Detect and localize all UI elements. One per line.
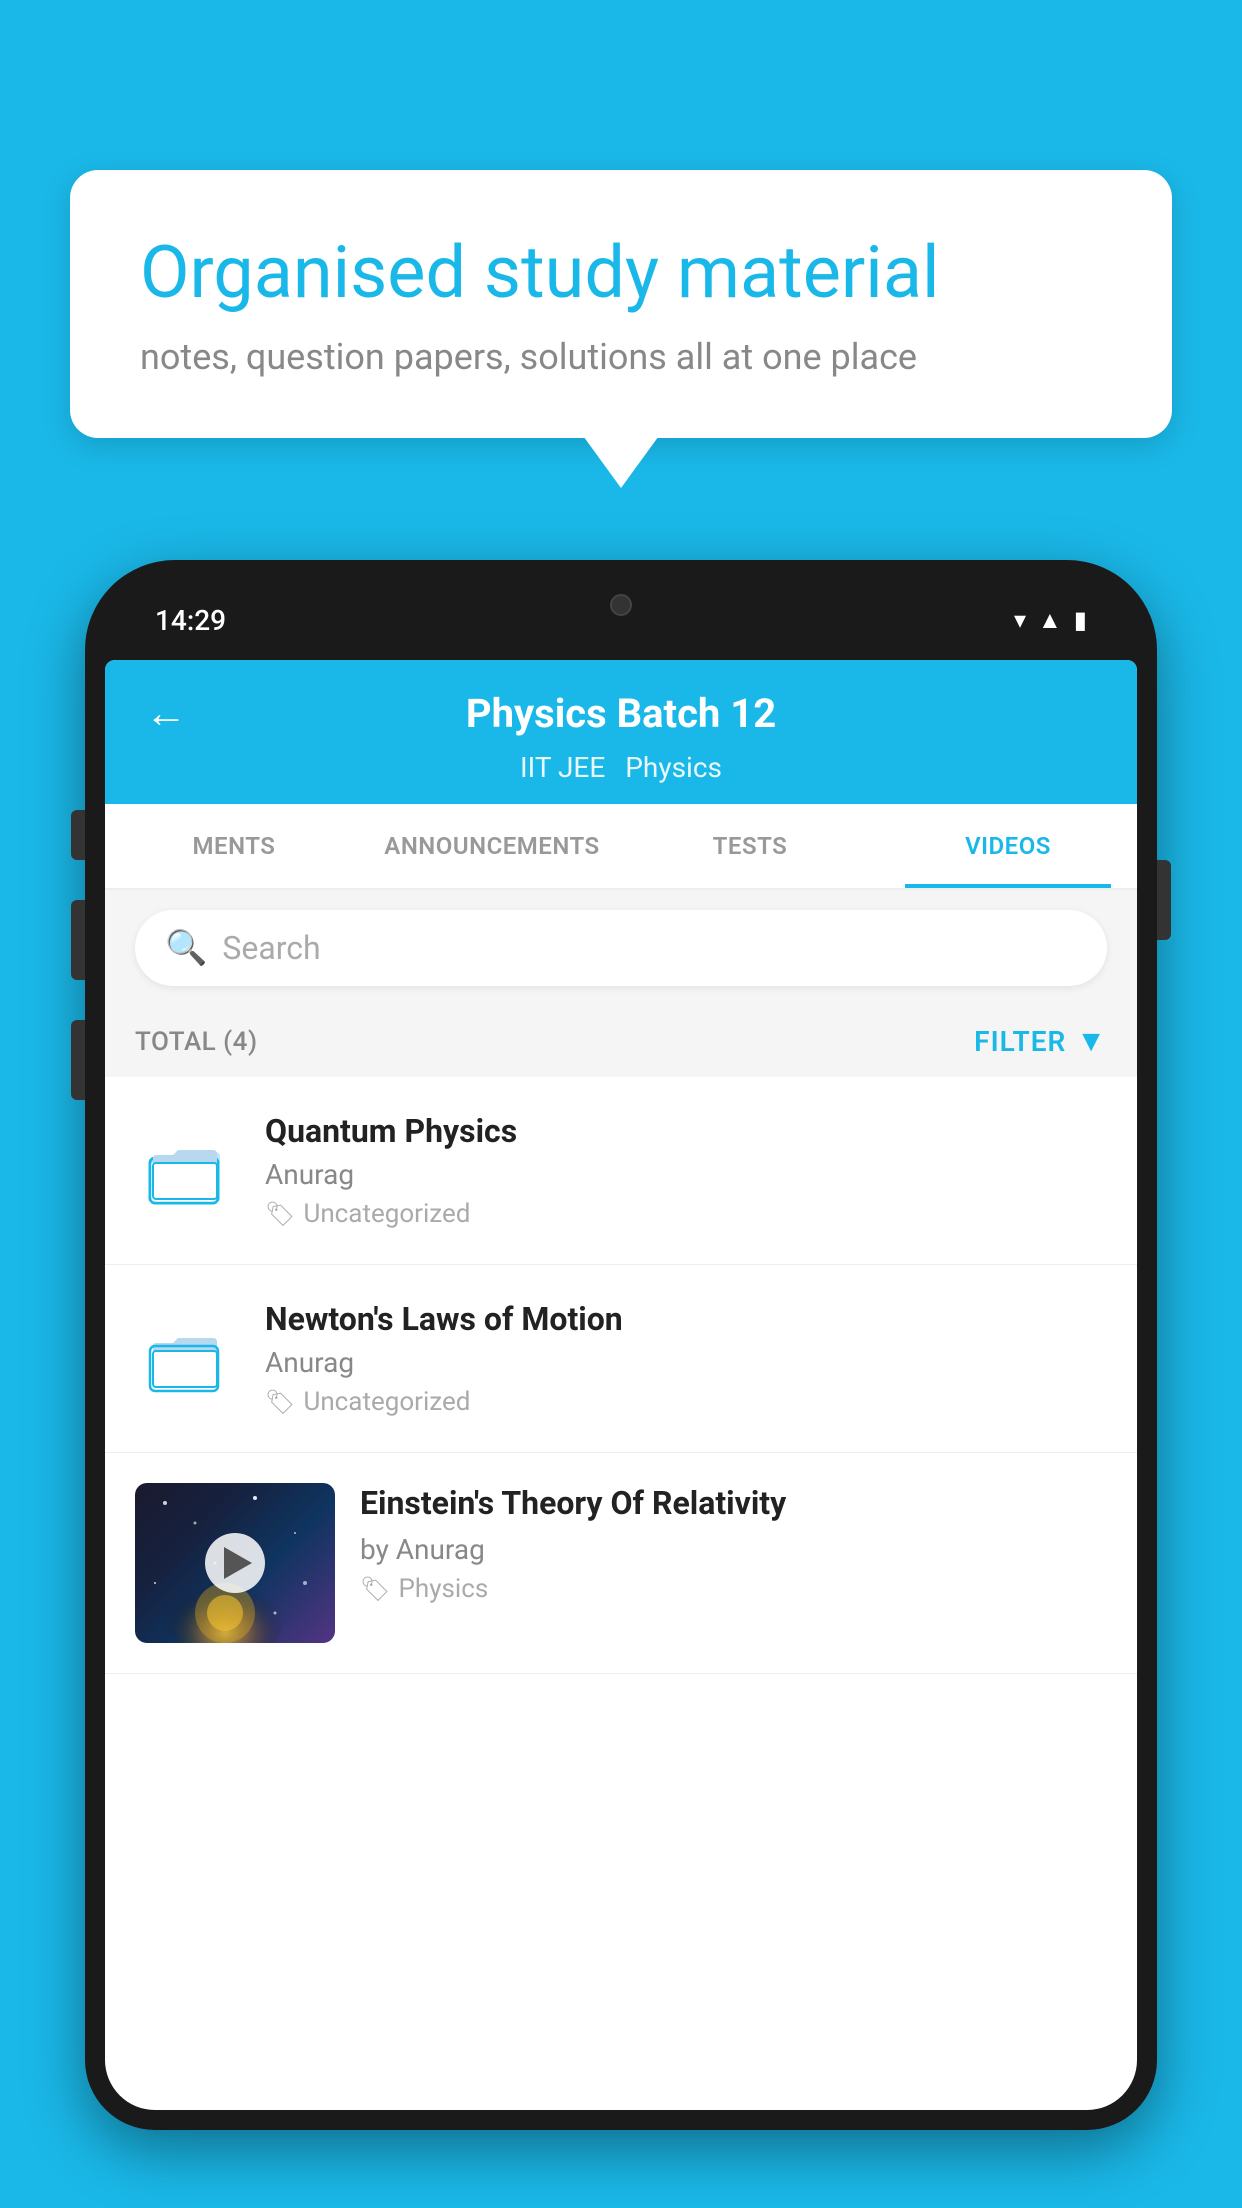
list-item[interactable]: Einstein's Theory Of Relativity by Anura… — [105, 1453, 1137, 1674]
filter-row: TOTAL (4) FILTER ▼ — [105, 1006, 1137, 1077]
filter-icon: ▼ — [1076, 1024, 1107, 1059]
tag-iit-jee: IIT JEE — [520, 751, 605, 784]
item-author: by Anurag — [360, 1533, 1107, 1566]
item-tag: 🏷 Uncategorized — [265, 1387, 1107, 1417]
header-tags: IIT JEE Physics — [145, 751, 1097, 804]
bubble-title: Organised study material — [140, 230, 1102, 316]
signal-icon: ▲ — [1038, 606, 1062, 635]
video-thumbnail — [135, 1483, 335, 1643]
speech-bubble: Organised study material notes, question… — [70, 170, 1172, 438]
item-tag: 🏷 Physics — [360, 1574, 1107, 1604]
list-item[interactable]: Quantum Physics Anurag 🏷 Uncategorized — [105, 1077, 1137, 1265]
status-icons: ▾ ▲ ▮ — [1014, 606, 1087, 635]
camera — [610, 594, 632, 616]
filter-label: FILTER — [974, 1025, 1066, 1058]
item-tag: 🏷 Uncategorized — [265, 1199, 1107, 1229]
item-title: Quantum Physics — [265, 1112, 1107, 1150]
power-button — [1157, 860, 1171, 940]
header-top: ← Physics Batch 12 — [145, 690, 1097, 751]
list-item[interactable]: Newton's Laws of Motion Anurag 🏷 Uncateg… — [105, 1265, 1137, 1453]
tag-physics: Physics — [625, 751, 722, 784]
volume-up-button — [71, 900, 85, 980]
folder-icon — [145, 1324, 225, 1394]
battery-icon: ▮ — [1074, 606, 1087, 634]
item-author: Anurag — [265, 1158, 1107, 1191]
status-bar: 14:29 ▾ ▲ ▮ — [105, 580, 1137, 660]
search-placeholder: Search — [222, 929, 320, 967]
play-icon — [224, 1547, 252, 1579]
item-author: Anurag — [265, 1346, 1107, 1379]
volume-silent-button — [71, 810, 85, 860]
screen-title: Physics Batch 12 — [466, 690, 776, 737]
filter-button[interactable]: FILTER ▼ — [974, 1024, 1107, 1059]
item-thumbnail — [135, 1324, 235, 1394]
total-count: TOTAL (4) — [135, 1027, 258, 1057]
search-box[interactable]: 🔍 Search — [135, 910, 1107, 986]
item-title: Newton's Laws of Motion — [265, 1300, 1107, 1338]
tag-icon: 🏷 — [265, 1388, 295, 1416]
volume-down-button — [71, 1020, 85, 1100]
tab-tests[interactable]: TESTS — [621, 804, 879, 888]
item-title: Einstein's Theory Of Relativity — [360, 1483, 1107, 1525]
bubble-subtitle: notes, question papers, solutions all at… — [140, 336, 1102, 378]
phone-shell: 14:29 ▾ ▲ ▮ ← Physics Batch 12 IIT JEE P… — [85, 560, 1157, 2130]
tab-videos[interactable]: VIDEOS — [879, 804, 1137, 888]
item-info: Newton's Laws of Motion Anurag 🏷 Uncateg… — [265, 1300, 1107, 1417]
play-button[interactable] — [205, 1533, 265, 1593]
item-info: Einstein's Theory Of Relativity by Anura… — [360, 1483, 1107, 1604]
item-thumbnail — [135, 1136, 235, 1206]
tabs-bar: MENTS ANNOUNCEMENTS TESTS VIDEOS — [105, 804, 1137, 890]
search-icon: 🔍 — [165, 928, 207, 968]
phone-wrapper: 14:29 ▾ ▲ ▮ ← Physics Batch 12 IIT JEE P… — [85, 560, 1157, 2208]
back-button[interactable]: ← — [145, 689, 187, 738]
tab-announcements[interactable]: ANNOUNCEMENTS — [363, 804, 621, 888]
tag-icon: 🏷 — [265, 1200, 295, 1228]
search-container: 🔍 Search — [105, 890, 1137, 1006]
app-header: ← Physics Batch 12 IIT JEE Physics — [105, 660, 1137, 804]
status-time: 14:29 — [155, 604, 226, 637]
wifi-icon: ▾ — [1014, 606, 1026, 634]
tag-icon: 🏷 — [360, 1575, 390, 1603]
phone-screen: ← Physics Batch 12 IIT JEE Physics MENTS… — [105, 660, 1137, 2110]
item-info: Quantum Physics Anurag 🏷 Uncategorized — [265, 1112, 1107, 1229]
video-list: Quantum Physics Anurag 🏷 Uncategorized — [105, 1077, 1137, 1674]
tab-ments[interactable]: MENTS — [105, 804, 363, 888]
phone-notch — [561, 580, 681, 630]
folder-icon — [145, 1136, 225, 1206]
